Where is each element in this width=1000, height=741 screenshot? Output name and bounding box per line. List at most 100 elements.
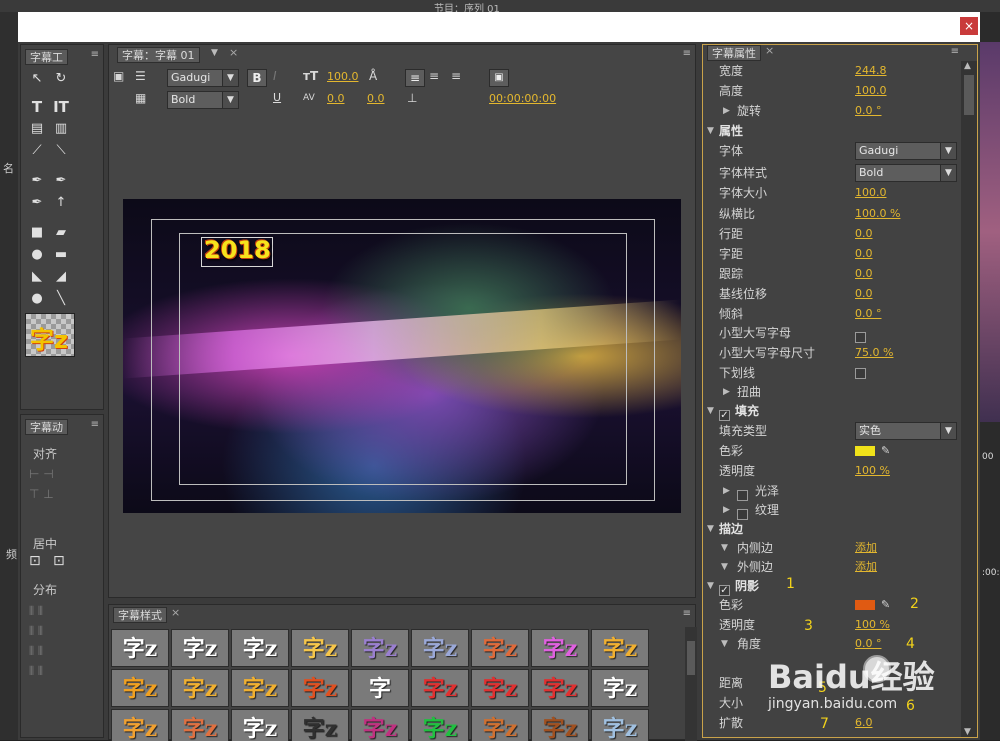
- templates-icon[interactable]: ▦: [135, 89, 146, 107]
- scroll-down-icon[interactable]: ▼: [964, 727, 971, 737]
- tab-close-icon[interactable]: ×: [229, 46, 238, 59]
- style-swatch[interactable]: 字z: [531, 669, 589, 707]
- tab-title-styles[interactable]: 字幕样式: [113, 607, 167, 623]
- align-top-icon[interactable]: ⊤ ⊥: [29, 487, 54, 501]
- expand-triangle-icon[interactable]: ▶: [723, 481, 730, 501]
- shadow-color-swatch[interactable]: [855, 600, 875, 610]
- roll-crawl-icon[interactable]: ☰: [135, 67, 146, 85]
- collapse-triangle-icon[interactable]: ▼: [707, 401, 714, 421]
- rotation-value[interactable]: 0.0 °: [855, 101, 882, 121]
- properties-scrollbar[interactable]: ▲ ▼: [961, 61, 977, 737]
- kerning-prop-value[interactable]: 0.0: [855, 244, 873, 264]
- eyedropper-icon[interactable]: ✎: [881, 595, 890, 615]
- section-attributes[interactable]: ▼ 属性: [703, 121, 961, 141]
- style-swatch[interactable]: 字z: [291, 669, 349, 707]
- wedge-tool-icon[interactable]: ◣: [27, 267, 47, 287]
- style-swatch[interactable]: 字z: [231, 709, 289, 741]
- style-swatch[interactable]: 字z: [591, 709, 649, 741]
- path-type-tool-icon[interactable]: ⟋: [27, 141, 47, 161]
- pen-tool-icon[interactable]: ✒: [27, 171, 47, 191]
- prop-sheen[interactable]: ▶ 光泽: [703, 481, 961, 501]
- style-swatch[interactable]: 字z: [411, 709, 469, 741]
- collapse-triangle-icon[interactable]: ▼: [707, 519, 714, 539]
- panel-menu-icon[interactable]: ≡: [683, 48, 691, 59]
- font-family-dropdown[interactable]: Gadugi ▼: [167, 69, 239, 87]
- fill-opacity-value[interactable]: 100 %: [855, 461, 890, 481]
- clipped-rectangle-tool-icon[interactable]: ▰: [51, 223, 71, 243]
- leading-value[interactable]: 0.0: [367, 92, 385, 105]
- style-swatch[interactable]: 字z: [171, 629, 229, 667]
- inner-stroke-add-link[interactable]: 添加: [855, 538, 877, 558]
- collapse-triangle-icon[interactable]: ▼: [721, 538, 728, 558]
- prop-distort[interactable]: ▶ 扭曲: [703, 382, 961, 402]
- rounded-rectangle-tool-icon[interactable]: ●: [27, 245, 47, 265]
- align-right-button[interactable]: ≡: [451, 67, 461, 85]
- align-left-button[interactable]: ≡: [405, 69, 425, 87]
- timecode-value[interactable]: 00:00:00:00: [489, 92, 556, 105]
- bold-button[interactable]: B: [247, 69, 267, 87]
- panel-menu-icon[interactable]: ≡: [91, 49, 99, 60]
- style-swatch[interactable]: 字z: [471, 669, 529, 707]
- fill-type-dropdown[interactable]: 实色 ▼: [855, 422, 957, 440]
- font-style-dropdown[interactable]: Bold ▼: [167, 91, 239, 109]
- expand-triangle-icon[interactable]: ▶: [723, 500, 730, 520]
- style-swatch[interactable]: 字z: [231, 669, 289, 707]
- style-swatch[interactable]: 字z: [291, 709, 349, 741]
- prop-rotation[interactable]: ▶ 旋转 0.0 °: [703, 101, 961, 121]
- style-swatch[interactable]: 字z: [471, 629, 529, 667]
- font-style-prop-dropdown[interactable]: Bold ▼: [855, 164, 957, 182]
- style-swatch[interactable]: 字z: [111, 709, 169, 741]
- eyedropper-icon[interactable]: ✎: [881, 441, 890, 461]
- section-shadow[interactable]: ▼ ✓ 阴影: [703, 576, 961, 596]
- expand-triangle-icon[interactable]: ▶: [723, 382, 730, 402]
- style-swatch[interactable]: 字z: [411, 629, 469, 667]
- scroll-up-icon[interactable]: ▲: [964, 61, 971, 71]
- vertical-path-type-tool-icon[interactable]: ⟍: [51, 141, 71, 161]
- slant-value[interactable]: 0.0 °: [855, 304, 882, 324]
- tab-title-properties[interactable]: 字幕属性: [707, 45, 761, 61]
- aspect-value[interactable]: 100.0 %: [855, 204, 900, 224]
- style-swatch[interactable]: 字z: [111, 629, 169, 667]
- collapse-triangle-icon[interactable]: ▼: [707, 576, 714, 596]
- panel-menu-icon[interactable]: ≡: [951, 46, 959, 57]
- tab-tools[interactable]: 字幕工: [25, 49, 68, 65]
- add-anchor-tool-icon[interactable]: ✒: [27, 193, 47, 213]
- title-text[interactable]: 2018: [204, 236, 271, 264]
- center-horizontal-icon[interactable]: ⊡: [29, 553, 41, 569]
- tab-title-actions[interactable]: 字幕动: [25, 419, 68, 435]
- section-fill[interactable]: ▼ ✓ 填充: [703, 401, 961, 421]
- tab-stops-icon[interactable]: ⊥: [407, 89, 417, 107]
- style-swatch[interactable]: 字z: [411, 669, 469, 707]
- align-center-button[interactable]: ≡: [429, 67, 439, 85]
- style-swatch[interactable]: 字z: [531, 629, 589, 667]
- baseline-value[interactable]: 0.0: [855, 284, 873, 304]
- arc-tool-icon[interactable]: ◢: [51, 267, 71, 287]
- distribute-icons[interactable]: ⫴ ⫴ ⫴ ⫴ ⫴ ⫴ ⫴ ⫴: [29, 601, 43, 681]
- tab-title-editor[interactable]: 字幕：字幕 01: [117, 47, 200, 63]
- line-tool-icon[interactable]: ╲: [51, 289, 71, 309]
- italic-button[interactable]: I: [273, 69, 277, 83]
- smallcaps-size-value[interactable]: 75.0 %: [855, 343, 893, 363]
- new-title-icon[interactable]: ▣: [113, 67, 124, 85]
- convert-anchor-tool-icon[interactable]: ↑: [51, 193, 71, 213]
- style-swatch[interactable]: 字z: [351, 709, 409, 741]
- styles-scrollbar[interactable]: [685, 627, 697, 741]
- shadow-opacity-value[interactable]: 100 %: [855, 615, 890, 635]
- align-left-icon[interactable]: ⊢ ⊣: [29, 467, 54, 481]
- fill-color-swatch[interactable]: [855, 446, 875, 456]
- style-swatch[interactable]: 字z: [531, 709, 589, 741]
- expand-triangle-icon[interactable]: ▶: [723, 101, 730, 121]
- height-value[interactable]: 100.0: [855, 81, 887, 101]
- collapse-triangle-icon[interactable]: ▼: [707, 121, 714, 141]
- style-swatch[interactable]: 字z: [591, 629, 649, 667]
- type-tool-icon[interactable]: T: [27, 97, 47, 117]
- style-swatch[interactable]: 字z: [231, 629, 289, 667]
- style-swatch[interactable]: 字z: [351, 629, 409, 667]
- font-size-prop-value[interactable]: 100.0: [855, 183, 887, 203]
- scroll-thumb[interactable]: [687, 641, 695, 675]
- angle-value[interactable]: 0.0 °: [855, 634, 882, 654]
- section-strokes[interactable]: ▼ 描边: [703, 519, 961, 539]
- vertical-type-tool-icon[interactable]: IT: [51, 97, 71, 117]
- collapse-triangle-icon[interactable]: ▼: [721, 557, 728, 577]
- tab-close-icon[interactable]: ×: [171, 606, 180, 619]
